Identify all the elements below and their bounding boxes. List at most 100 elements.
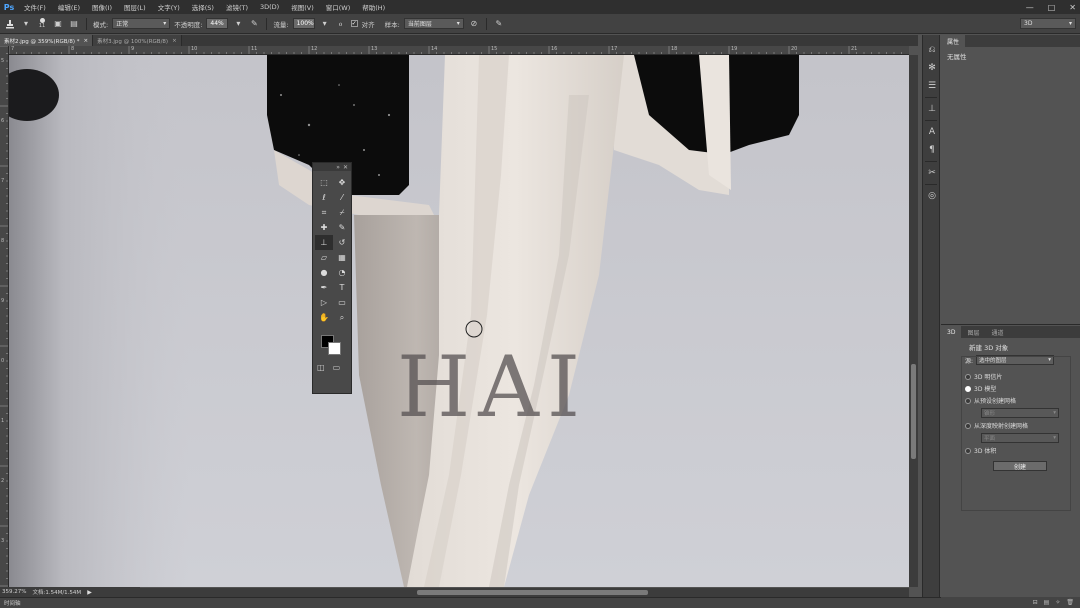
- menu-3d[interactable]: 3D(D): [254, 3, 285, 11]
- tab-channels[interactable]: 通道: [985, 326, 1009, 338]
- menu-help[interactable]: 帮助(H): [356, 2, 391, 12]
- brush-preset-picker[interactable]: 11: [36, 18, 48, 30]
- zoom-level[interactable]: 359.27%: [2, 589, 26, 595]
- menu-bar: Ps 文件(F) 编辑(E) 图像(I) 图层(L) 文字(Y) 选择(S) 滤…: [0, 0, 1080, 14]
- vertical-scroll-thumb[interactable]: [911, 363, 916, 460]
- marquee-tool-icon[interactable]: ⬚: [315, 175, 333, 190]
- crop-tool-icon[interactable]: ⌗: [315, 205, 333, 220]
- aligned-checkbox[interactable]: ✓: [350, 20, 358, 27]
- ignore-adjustment-layers-icon[interactable]: ⊘: [468, 18, 480, 30]
- tab-close-icon[interactable]: ×: [172, 38, 177, 44]
- menu-window[interactable]: 窗口(W): [320, 2, 357, 12]
- brush-panel-icon[interactable]: ▣: [52, 18, 64, 30]
- ruler-tick-label: 16: [551, 46, 558, 52]
- vertical-ruler[interactable]: 5678901234: [0, 46, 9, 587]
- horizontal-scroll-thumb[interactable]: [416, 590, 648, 595]
- pen-tool-icon[interactable]: ✒: [315, 280, 333, 295]
- zoom-tool-icon[interactable]: ⌕: [333, 310, 351, 325]
- aligned-label: 对齐: [361, 20, 375, 29]
- photoshop-window: Ps 文件(F) 编辑(E) 图像(I) 图层(L) 文字(Y) 选择(S) 滤…: [0, 0, 1080, 608]
- quick-mask-icon[interactable]: ◫: [317, 363, 325, 372]
- document-canvas[interactable]: HAI: [9, 55, 909, 587]
- separator: [925, 184, 937, 185]
- pressure-size-icon[interactable]: ✎: [493, 18, 505, 30]
- pressure-opacity-icon[interactable]: ✎: [248, 18, 260, 30]
- opacity-input[interactable]: 44%: [206, 18, 229, 29]
- brush-presets-icon[interactable]: ✻: [923, 59, 941, 77]
- healing-brush-tool-icon[interactable]: ✚: [315, 220, 333, 235]
- opacity-slider-chevron-icon[interactable]: ▾: [232, 18, 244, 30]
- menu-layer[interactable]: 图层(L): [118, 2, 152, 12]
- flow-slider-chevron-icon[interactable]: ▾: [319, 18, 331, 30]
- clone-stamp-icon[interactable]: [4, 18, 16, 30]
- history-panel-icon[interactable]: ⎌: [923, 41, 941, 59]
- move-tool-icon[interactable]: ✥: [333, 175, 351, 190]
- close-button[interactable]: ✕: [1069, 3, 1076, 12]
- delete-icon[interactable]: 🗑: [1066, 599, 1074, 606]
- type-tool-icon[interactable]: T: [333, 280, 351, 295]
- tab-document-2[interactable]: 素材2.jpg @ 359%(RGB/8) * ×: [0, 35, 94, 46]
- history-brush-tool-icon[interactable]: ↺: [333, 235, 351, 250]
- canvas-photo: [9, 55, 909, 587]
- maximize-button[interactable]: □: [1048, 3, 1056, 12]
- paragraph-panel-icon[interactable]: ¶: [923, 141, 941, 159]
- background-color-swatch[interactable]: [328, 342, 341, 355]
- horizontal-ruler[interactable]: 7 8 9 10 11 12 13 14 15 16 17 18 19 20 21: [9, 46, 909, 55]
- path-selection-tool-icon[interactable]: ▷: [315, 295, 333, 310]
- ruler-tick-label: 6: [1, 118, 5, 124]
- status-menu-arrow-icon[interactable]: ▶: [87, 589, 92, 596]
- adjustments-panel-icon[interactable]: ☰: [923, 77, 941, 95]
- light-icon[interactable]: ✧: [1055, 599, 1060, 606]
- screen-mode-icon[interactable]: ▭: [333, 363, 341, 372]
- gradient-tool-icon[interactable]: ▦: [333, 250, 351, 265]
- eyedropper-tool-icon[interactable]: ⌿: [333, 205, 351, 220]
- tool-preset-chevron-icon[interactable]: ▾: [20, 18, 32, 30]
- blur-tool-icon[interactable]: ●: [315, 265, 333, 280]
- brush-tool-icon[interactable]: ✎: [333, 220, 351, 235]
- quick-select-tool-icon[interactable]: ⁄: [333, 190, 351, 205]
- mode-value: 正常: [116, 21, 129, 28]
- lasso-tool-icon[interactable]: ℓ: [315, 190, 333, 205]
- menu-select[interactable]: 选择(S): [186, 2, 220, 12]
- timeline-panel-tab[interactable]: 时间轴: [0, 597, 1080, 608]
- sample-select[interactable]: 当前图层 ▾: [403, 18, 464, 29]
- tab-properties[interactable]: 属性: [941, 35, 966, 47]
- flow-input[interactable]: 100%: [292, 18, 315, 29]
- tab-document-3[interactable]: 素材3.jpg @ 100%(RGB/8) ×: [93, 35, 182, 46]
- new-icon[interactable]: ▤: [1044, 599, 1050, 606]
- tab-layers[interactable]: 图层: [961, 326, 985, 338]
- clone-stamp-tool-icon[interactable]: ⊥: [315, 235, 333, 250]
- hand-tool-icon[interactable]: ✋: [315, 310, 333, 325]
- close-icon[interactable]: ✕: [343, 164, 348, 171]
- color-swatches[interactable]: [319, 333, 345, 357]
- horizontal-scrollbar[interactable]: [140, 588, 909, 597]
- menu-image[interactable]: 图像(I): [86, 2, 118, 12]
- filter-icon[interactable]: ⊟: [1033, 599, 1038, 606]
- menu-type[interactable]: 文字(Y): [152, 2, 186, 12]
- 3d-panel-icon[interactable]: ◎: [923, 187, 941, 205]
- tool-presets-icon[interactable]: ✂: [923, 164, 941, 182]
- new-3d-object-title: 新建 3D 对象: [969, 344, 1009, 352]
- minimize-button[interactable]: —: [1026, 3, 1034, 12]
- menu-edit[interactable]: 编辑(E): [52, 2, 86, 12]
- vertical-scrollbar[interactable]: [909, 55, 918, 587]
- tab-close-icon[interactable]: ×: [83, 38, 88, 44]
- dodge-tool-icon[interactable]: ◔: [333, 265, 351, 280]
- menu-view[interactable]: 视图(V): [285, 2, 320, 12]
- ruler-tick-label: 21: [851, 46, 858, 52]
- separator: [925, 161, 937, 162]
- tools-panel-header[interactable]: » ✕: [313, 163, 351, 171]
- properties-panel: 属性 无属性: [941, 35, 1080, 325]
- shape-tool-icon[interactable]: ▭: [333, 295, 351, 310]
- character-panel-icon[interactable]: A: [923, 123, 941, 141]
- eraser-tool-icon[interactable]: ▱: [315, 250, 333, 265]
- mode-select[interactable]: 正常 ▾: [112, 18, 171, 29]
- airbrush-icon[interactable]: ℴ: [335, 18, 347, 30]
- clone-source-panel-icon[interactable]: ▤: [68, 18, 80, 30]
- clone-source-panel-icon[interactable]: ⊥: [923, 100, 941, 118]
- workspace-select[interactable]: 3D ▾: [1020, 18, 1076, 29]
- menu-file[interactable]: 文件(F): [18, 2, 52, 12]
- tab-3d[interactable]: 3D: [941, 326, 962, 338]
- menu-filter[interactable]: 滤镜(T): [220, 2, 254, 12]
- collapse-icon[interactable]: »: [336, 164, 340, 171]
